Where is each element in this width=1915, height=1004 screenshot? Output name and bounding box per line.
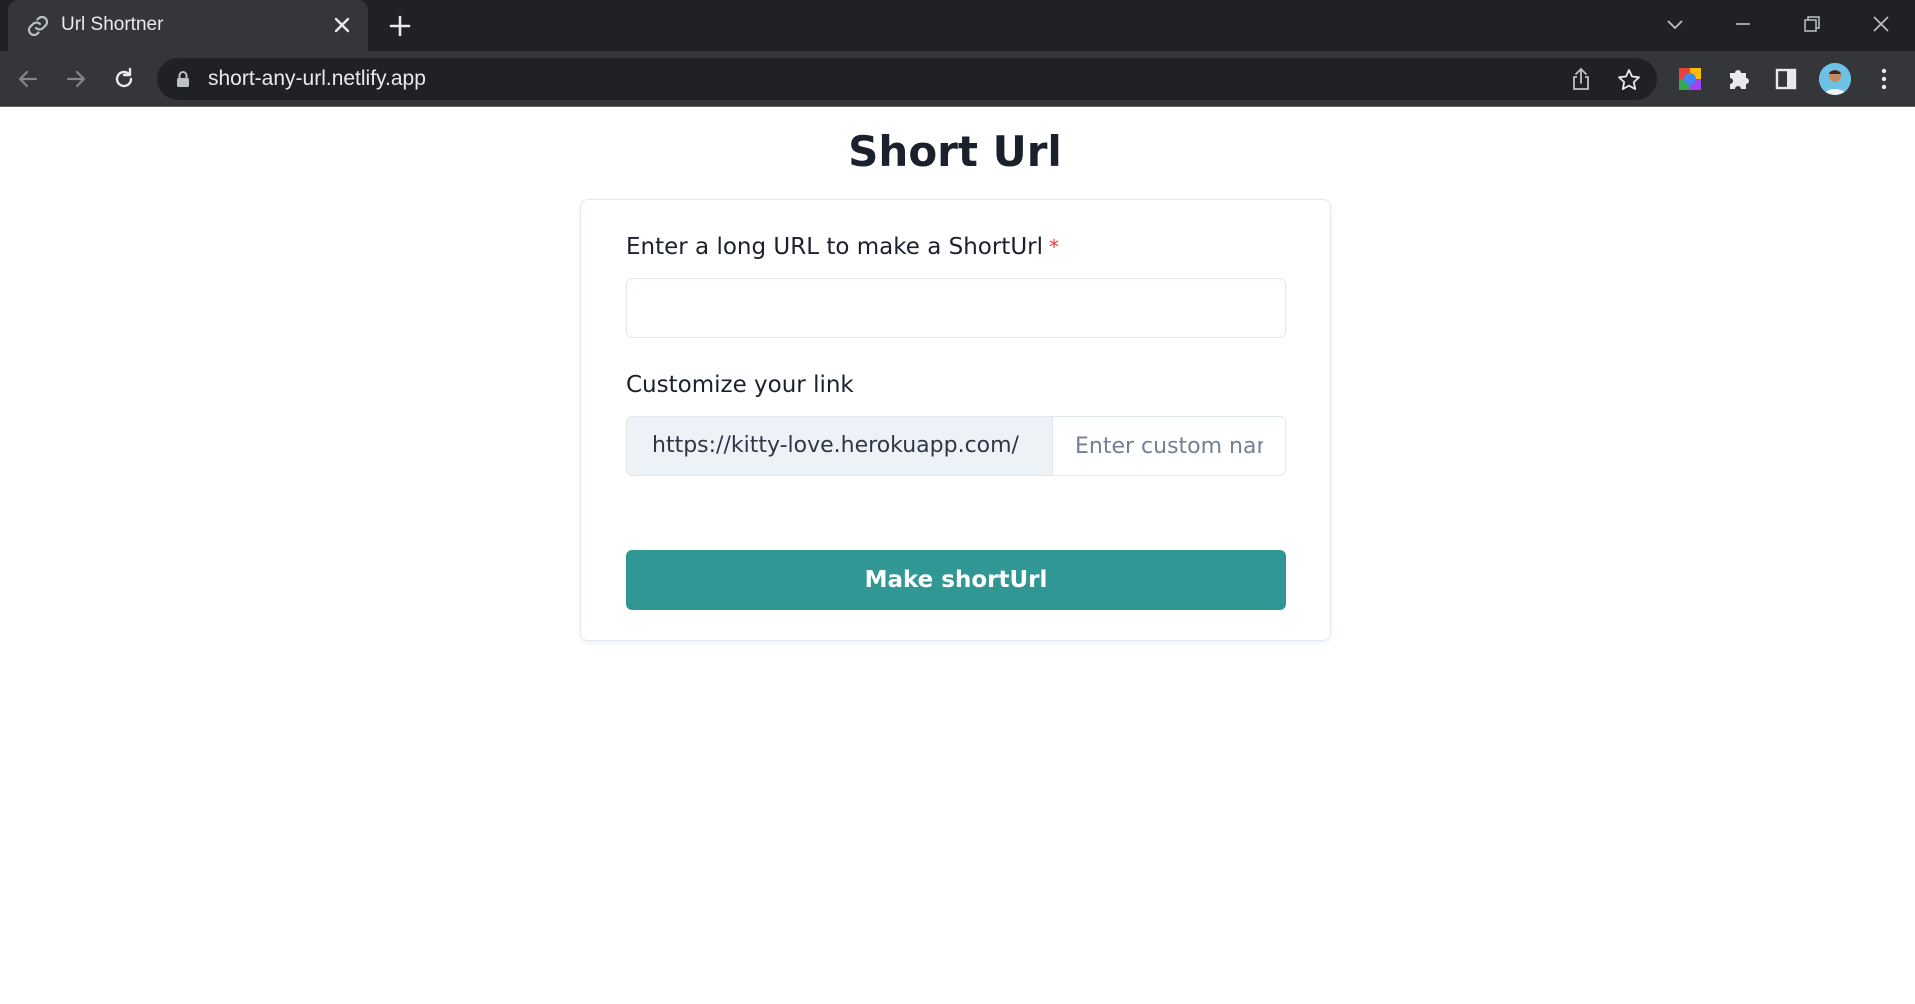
tab-search-icon[interactable] xyxy=(1660,9,1690,39)
profile-icon xyxy=(1819,63,1851,95)
kebab-menu-icon[interactable] xyxy=(1870,65,1898,93)
arrow-left-icon[interactable] xyxy=(14,65,42,93)
arrow-right-icon[interactable] xyxy=(62,65,90,93)
custom-link-group: https://kitty-love.herokuapp.com/ xyxy=(626,416,1286,476)
page-content: Short Url Enter a long URL to make a Sho… xyxy=(0,107,1915,1004)
custom-link-label: Customize your link xyxy=(626,372,854,398)
address-bar[interactable]: short-any-url.netlify.app xyxy=(157,58,1657,100)
link-icon xyxy=(27,15,49,37)
star-icon[interactable] xyxy=(1616,67,1642,93)
browser-toolbar: short-any-url.netlify.app xyxy=(0,51,1915,107)
browser-tab[interactable]: Url Shortner xyxy=(8,0,368,51)
puzzle-icon[interactable] xyxy=(1724,65,1752,93)
browser-tab-bar: Url Shortner xyxy=(0,0,1915,51)
shortener-form-card: Enter a long URL to make a ShortUrl * Cus… xyxy=(580,199,1331,641)
share-icon[interactable] xyxy=(1568,67,1594,93)
url-prefix-addon: https://kitty-love.herokuapp.com/ xyxy=(626,416,1053,476)
long-url-label: Enter a long URL to make a ShortUrl * xyxy=(626,234,1059,260)
custom-name-input[interactable] xyxy=(1053,416,1286,476)
address-text[interactable]: short-any-url.netlify.app xyxy=(208,67,426,91)
close-window-icon[interactable] xyxy=(1866,9,1896,39)
reload-icon[interactable] xyxy=(110,65,138,93)
long-url-input[interactable] xyxy=(626,278,1286,338)
long-url-label-text: Enter a long URL to make a ShortUrl xyxy=(626,234,1044,260)
page-title: Short Url xyxy=(848,127,1062,176)
make-shorturl-button[interactable]: Make shortUrl xyxy=(626,550,1286,610)
avatar[interactable] xyxy=(1819,63,1851,95)
tab-title: Url Shortner xyxy=(61,14,164,35)
close-tab-icon[interactable] xyxy=(330,13,354,37)
minimize-icon[interactable] xyxy=(1728,9,1758,39)
restore-icon[interactable] xyxy=(1797,9,1827,39)
lock-icon[interactable] xyxy=(173,69,193,89)
color-extension-icon[interactable] xyxy=(1676,65,1704,93)
side-panel-icon[interactable] xyxy=(1772,65,1800,93)
required-mark: * xyxy=(1049,235,1060,259)
new-tab-icon[interactable] xyxy=(386,12,414,40)
